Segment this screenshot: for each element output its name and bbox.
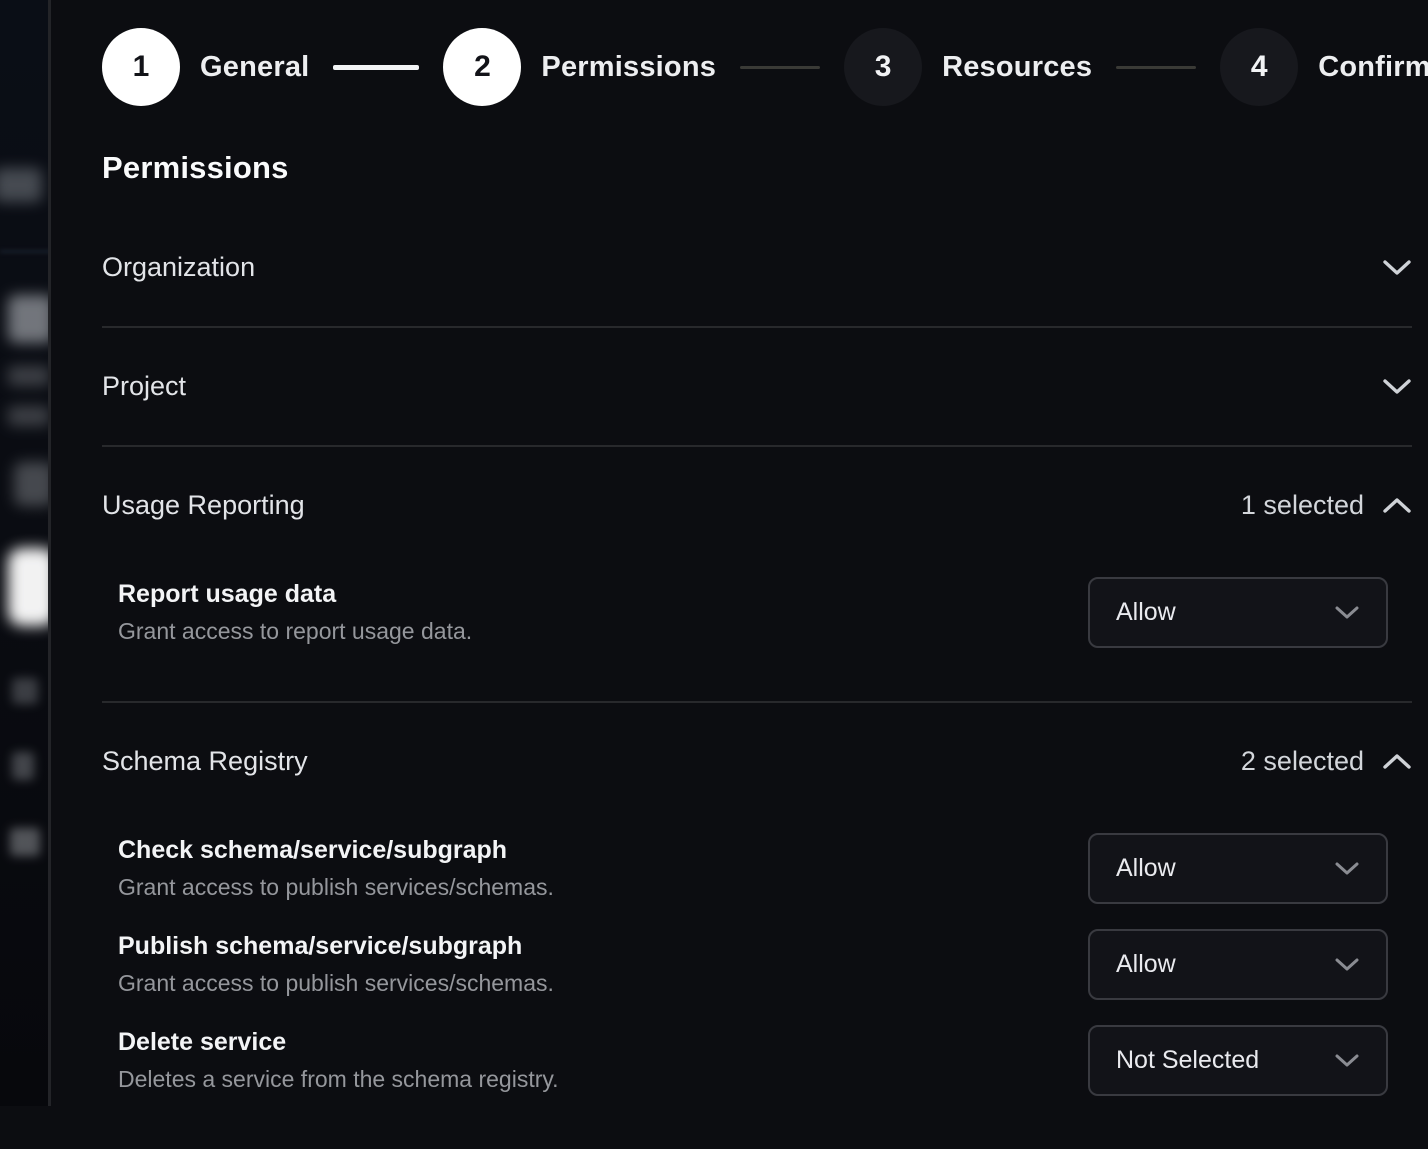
section-schema-registry-header[interactable]: Schema Registry 2 selected bbox=[102, 703, 1412, 820]
section-meta bbox=[1382, 378, 1412, 395]
blurred-content bbox=[14, 462, 51, 506]
step-confirm[interactable]: 4 Confirm bbox=[1220, 28, 1428, 106]
step-resources-number: 3 bbox=[844, 28, 922, 106]
step-confirm-label: Confirm bbox=[1318, 51, 1428, 84]
chevron-down-icon bbox=[1382, 259, 1412, 276]
publish-schema-select[interactable]: Allow bbox=[1088, 929, 1388, 1000]
permission-info: Delete service Deletes a service from th… bbox=[118, 1028, 559, 1093]
section-meta: 2 selected bbox=[1241, 746, 1412, 777]
step-resources[interactable]: 3 Resources bbox=[844, 28, 1092, 106]
permission-description: Grant access to report usage data. bbox=[118, 618, 472, 645]
check-schema-select[interactable]: Allow bbox=[1088, 833, 1388, 904]
blurred-content bbox=[0, 250, 51, 253]
chevron-up-icon bbox=[1382, 497, 1412, 514]
section-usage-reporting-header[interactable]: Usage Reporting 1 selected bbox=[102, 447, 1412, 564]
step-general-number: 1 bbox=[102, 28, 180, 106]
section-organization-header[interactable]: Organization bbox=[102, 209, 1412, 326]
permission-rows: Check schema/service/subgraph Grant acce… bbox=[102, 833, 1412, 1149]
selected-count-badge: 2 selected bbox=[1241, 746, 1364, 777]
stepper-connector bbox=[1116, 66, 1196, 69]
step-permissions-number: 2 bbox=[443, 28, 521, 106]
step-general-label: General bbox=[200, 51, 309, 84]
section-title: Project bbox=[102, 371, 186, 402]
blurred-content bbox=[12, 752, 34, 780]
section-usage-reporting: Usage Reporting 1 selected Report usage … bbox=[102, 447, 1412, 703]
wizard-panel: 1 General 2 Permissions 3 Resources 4 Co… bbox=[54, 0, 1428, 1106]
wizard-stepper: 1 General 2 Permissions 3 Resources 4 Co… bbox=[102, 28, 1412, 106]
permission-description: Deletes a service from the schema regist… bbox=[118, 1066, 559, 1093]
section-title: Schema Registry bbox=[102, 746, 308, 777]
blurred-content bbox=[0, 168, 42, 202]
permission-title: Publish schema/service/subgraph bbox=[118, 932, 554, 961]
permission-row-publish-schema: Publish schema/service/subgraph Grant ac… bbox=[102, 929, 1412, 1000]
step-resources-label: Resources bbox=[942, 51, 1092, 84]
permission-row-delete-service: Delete service Deletes a service from th… bbox=[102, 1025, 1412, 1096]
section-organization: Organization bbox=[102, 209, 1412, 328]
step-confirm-number: 4 bbox=[1220, 28, 1298, 106]
background-app-blurred-strip bbox=[0, 0, 51, 1106]
delete-service-select[interactable]: Not Selected bbox=[1088, 1025, 1388, 1096]
permission-row-check-schema: Check schema/service/subgraph Grant acce… bbox=[102, 833, 1412, 904]
chevron-up-icon bbox=[1382, 753, 1412, 770]
section-project: Project bbox=[102, 328, 1412, 447]
permission-sections: Organization Project bbox=[102, 209, 1412, 1149]
blurred-content bbox=[10, 828, 40, 856]
select-value: Allow bbox=[1116, 950, 1176, 979]
permission-description: Grant access to publish services/schemas… bbox=[118, 970, 554, 997]
permission-title: Delete service bbox=[118, 1028, 559, 1057]
permission-info: Check schema/service/subgraph Grant acce… bbox=[118, 836, 554, 901]
blurred-content bbox=[8, 295, 51, 343]
select-value: Allow bbox=[1116, 854, 1176, 883]
report-usage-data-select[interactable]: Allow bbox=[1088, 577, 1388, 648]
blurred-content bbox=[8, 406, 50, 426]
stepper-connector bbox=[740, 66, 820, 69]
page-title: Permissions bbox=[102, 150, 1412, 186]
permission-title: Report usage data bbox=[118, 580, 472, 609]
section-schema-registry: Schema Registry 2 selected Check schema/… bbox=[102, 703, 1412, 1149]
chevron-down-icon bbox=[1334, 1053, 1360, 1068]
blurred-content bbox=[12, 678, 38, 704]
blurred-content bbox=[8, 548, 51, 626]
permission-info: Report usage data Grant access to report… bbox=[118, 580, 472, 645]
section-meta: 1 selected bbox=[1241, 490, 1412, 521]
section-title: Organization bbox=[102, 252, 255, 283]
section-project-header[interactable]: Project bbox=[102, 328, 1412, 445]
stepper-connector-active bbox=[333, 65, 419, 70]
blurred-content bbox=[8, 366, 50, 386]
section-meta bbox=[1382, 259, 1412, 276]
chevron-down-icon bbox=[1334, 957, 1360, 972]
chevron-down-icon bbox=[1334, 861, 1360, 876]
permission-info: Publish schema/service/subgraph Grant ac… bbox=[118, 932, 554, 997]
chevron-down-icon bbox=[1382, 378, 1412, 395]
step-general[interactable]: 1 General bbox=[102, 28, 309, 106]
permission-row-report-usage-data: Report usage data Grant access to report… bbox=[102, 577, 1412, 648]
section-title: Usage Reporting bbox=[102, 490, 305, 521]
step-permissions[interactable]: 2 Permissions bbox=[443, 28, 716, 106]
step-permissions-label: Permissions bbox=[541, 51, 716, 84]
permission-rows: Report usage data Grant access to report… bbox=[102, 577, 1412, 701]
permission-description: Grant access to publish services/schemas… bbox=[118, 874, 554, 901]
permission-title: Check schema/service/subgraph bbox=[118, 836, 554, 865]
chevron-down-icon bbox=[1334, 605, 1360, 620]
select-value: Allow bbox=[1116, 598, 1176, 627]
select-value: Not Selected bbox=[1116, 1046, 1259, 1075]
selected-count-badge: 1 selected bbox=[1241, 490, 1364, 521]
